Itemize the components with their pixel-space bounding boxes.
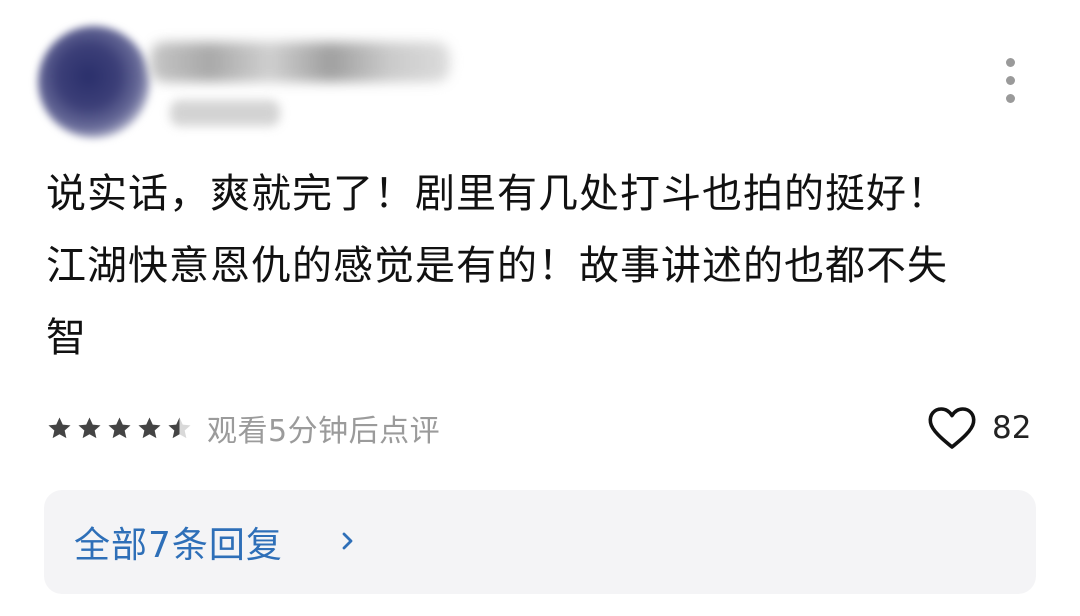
comment-date-blurred xyxy=(170,100,280,126)
watch-note: 观看5分钟后点评 xyxy=(207,414,441,449)
rating-row: 观看5分钟后点评 xyxy=(46,402,440,454)
star-half-icon xyxy=(168,416,191,438)
more-vertical-icon-dot-3 xyxy=(1006,94,1015,103)
comment-text: 说实话，爽就完了！剧里有几处打斗也拍的挺好！ 江湖快意恩仇的感觉是有的！故事讲述… xyxy=(46,158,1036,374)
replies-label[interactable]: 全部7条回复 xyxy=(74,516,283,568)
like-button[interactable]: 82 xyxy=(926,402,1031,454)
more-options-button[interactable] xyxy=(990,52,1030,108)
comment-text-line: 江湖快意恩仇的感觉是有的！故事讲述的也都不失 xyxy=(46,243,948,289)
like-count: 82 xyxy=(992,410,1032,446)
star-rating xyxy=(46,415,193,442)
view-all-replies-button[interactable]: 全部7条回复 xyxy=(44,490,1036,594)
star-icon xyxy=(138,416,161,438)
star-icon xyxy=(48,416,71,438)
star-icon xyxy=(78,416,101,438)
comment-card: 说实话，爽就完了！剧里有几处打斗也拍的挺好！ 江湖快意恩仇的感觉是有的！故事讲述… xyxy=(0,0,1080,616)
comment-header xyxy=(30,12,470,142)
heart-outline-icon[interactable] xyxy=(926,405,978,451)
more-vertical-icon-dot-2 xyxy=(1006,76,1015,85)
avatar[interactable] xyxy=(38,26,150,138)
username-blurred[interactable] xyxy=(150,42,450,82)
more-vertical-icon xyxy=(1006,58,1015,67)
comment-text-line: 说实话，爽就完了！剧里有几处打斗也拍的挺好！ xyxy=(46,171,948,217)
comment-text-line: 智 xyxy=(46,315,87,361)
chevron-right-icon xyxy=(342,532,353,550)
star-icon xyxy=(108,416,131,438)
